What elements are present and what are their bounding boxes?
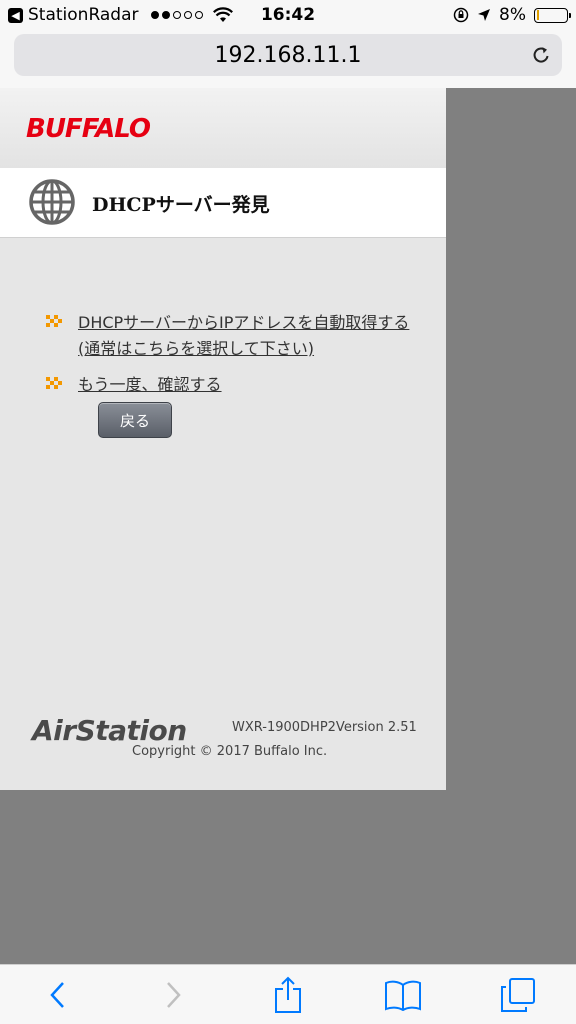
check-again-link[interactable]: もう一度、確認する — [78, 372, 222, 398]
location-arrow-icon — [478, 9, 491, 21]
back-button[interactable]: 戻る — [98, 402, 172, 438]
link-row: もう一度、確認する — [46, 372, 416, 398]
share-icon — [274, 976, 301, 1013]
browser-forward-button[interactable] — [151, 973, 195, 1017]
battery-icon — [534, 7, 571, 23]
signal-dot — [150, 11, 159, 19]
model-version: WXR-1900DHP2Version 2.51 — [232, 720, 417, 735]
signal-dot — [161, 11, 170, 19]
page-panel: BUFFALO DHCPサーバー発見 DHCPサーバーからIPアドレスを自動取得… — [0, 88, 446, 790]
option-links: DHCPサーバーからIPアドレスを自動取得する(通常はこちらを選択して下さい) … — [46, 310, 416, 408]
share-button[interactable] — [266, 973, 310, 1017]
airstation-logo: AirStation — [32, 714, 187, 747]
back-to-app-button[interactable]: ◀ StationRadar — [8, 5, 139, 25]
signal-dot — [194, 11, 203, 19]
browser-toolbar — [0, 964, 576, 1024]
title-bar: DHCPサーバー発見 — [0, 168, 446, 238]
cellular-signal-icon — [150, 11, 203, 19]
url-text: 192.168.11.1 — [214, 42, 362, 68]
back-arrow-icon — [49, 981, 64, 1008]
page-title: DHCPサーバー発見 — [92, 194, 270, 216]
status-bar: ◀ StationRadar 16:42 8% — [0, 0, 576, 30]
page-header: BUFFALO — [0, 88, 446, 168]
browser-address-area: 192.168.11.1 — [0, 30, 576, 88]
wifi-icon — [212, 7, 233, 22]
signal-dot — [183, 11, 192, 19]
forward-arrow-icon — [166, 981, 181, 1008]
url-field[interactable]: 192.168.11.1 — [14, 34, 562, 76]
tabs-icon — [501, 977, 536, 1012]
double-arrow-bullet-icon — [46, 377, 62, 389]
orientation-lock-icon — [453, 7, 469, 23]
browser-back-button[interactable] — [36, 973, 80, 1017]
reload-icon[interactable] — [530, 44, 552, 66]
bookmarks-button[interactable] — [381, 973, 425, 1017]
copyright: Copyright © 2017 Buffalo Inc. — [132, 744, 328, 759]
buffalo-logo: BUFFALO — [26, 114, 151, 144]
tabs-button[interactable] — [496, 973, 540, 1017]
back-app-label: StationRadar — [28, 5, 139, 25]
battery-fill — [536, 10, 539, 20]
globe-icon — [29, 179, 75, 225]
auto-obtain-ip-link[interactable]: DHCPサーバーからIPアドレスを自動取得する(通常はこちらを選択して下さい) — [78, 310, 416, 362]
double-arrow-bullet-icon — [46, 315, 62, 327]
back-chevron-icon: ◀ — [8, 7, 23, 23]
signal-dot — [172, 11, 181, 19]
battery-percent: 8% — [499, 5, 526, 25]
book-icon — [385, 980, 422, 1011]
link-row: DHCPサーバーからIPアドレスを自動取得する(通常はこちらを選択して下さい) — [46, 310, 416, 362]
